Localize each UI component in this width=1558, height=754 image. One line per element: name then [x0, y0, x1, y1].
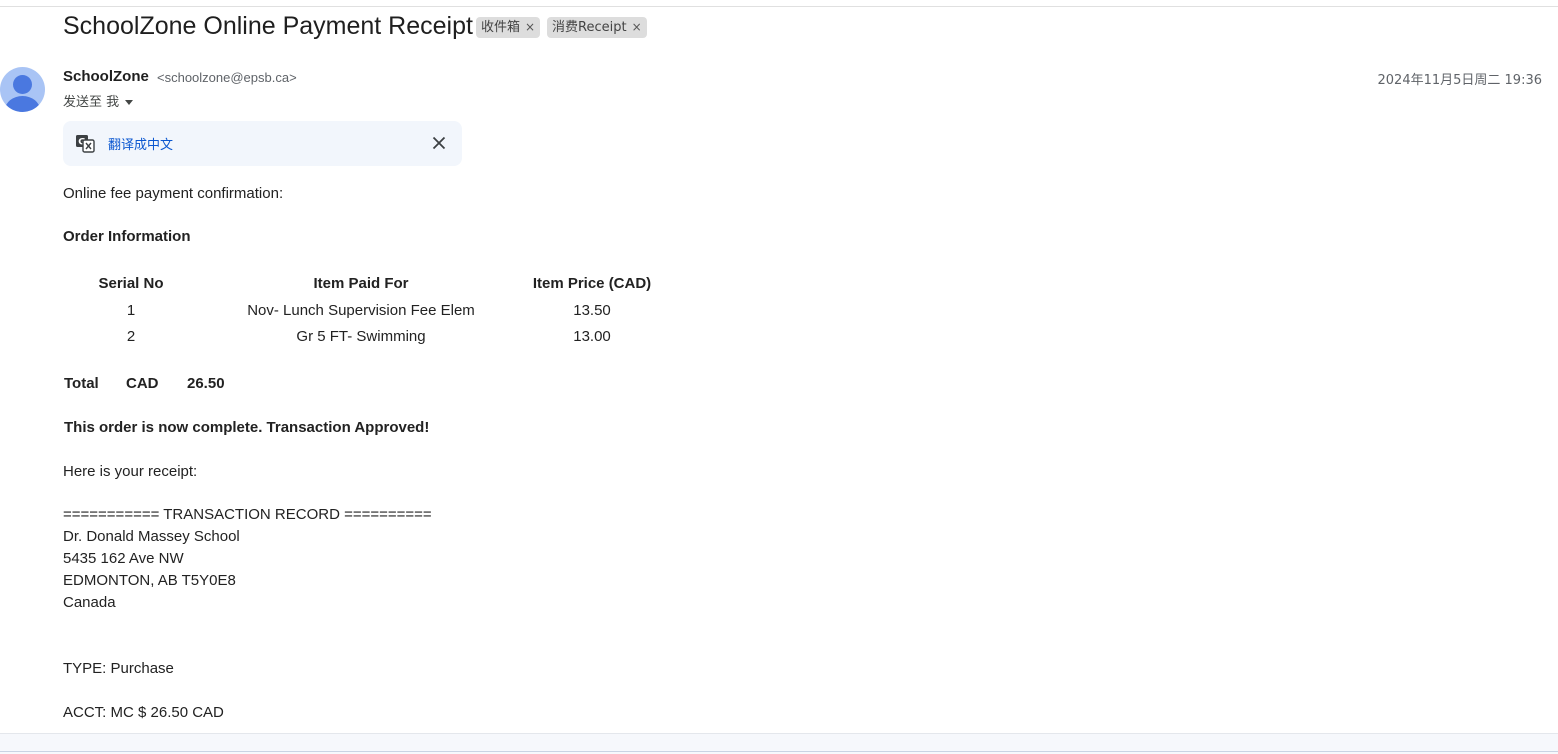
avatar-body — [5, 96, 40, 112]
table-cell-item: Gr 5 FT- Swimming — [296, 328, 426, 345]
address-country: Canada — [63, 594, 116, 611]
total-amount: 26.50 — [187, 375, 225, 392]
school-name: Dr. Donald Massey School — [63, 528, 240, 545]
receipt-intro: Here is your receipt: — [63, 463, 198, 480]
close-icon[interactable] — [429, 133, 449, 153]
transaction-account: ACCT: MC $ 26.50 CAD — [63, 704, 224, 721]
label-name: 消费Receipt — [552, 20, 627, 35]
label-name: 收件箱 — [481, 20, 521, 35]
table-cell-item: Nov- Lunch Supervision Fee Elem — [247, 302, 475, 319]
table-header-price: Item Price (CAD) — [532, 275, 652, 292]
top-divider — [0, 6, 1558, 7]
transaction-record-header: =========== TRANSACTION RECORD =========… — [63, 506, 432, 523]
recipient-text: 发送至 我 — [63, 95, 120, 110]
transaction-status: This order is now complete. Transaction … — [64, 419, 430, 436]
translate-bar: G 翻译成中文 — [63, 121, 462, 166]
email-subject: SchoolZone Online Payment Receipt — [63, 12, 473, 40]
table-header-serial: Serial No — [98, 275, 164, 292]
chevron-down-icon — [125, 100, 134, 105]
remove-label-icon[interactable]: × — [632, 20, 642, 34]
table-cell-price: 13.50 — [573, 302, 611, 319]
transaction-type: TYPE: Purchase — [63, 660, 174, 677]
address-line-2: EDMONTON, AB T5Y0E8 — [63, 572, 236, 589]
address-line-1: 5435 162 Ave NW — [63, 550, 184, 567]
remove-label-icon[interactable]: × — [525, 20, 535, 34]
table-cell-price: 13.00 — [573, 328, 611, 345]
intro-text: Online fee payment confirmation: — [63, 185, 284, 202]
translate-icon: G — [76, 135, 95, 153]
sender-email: <schoolzone@epsb.ca> — [157, 70, 297, 85]
total-label: Total — [64, 375, 99, 392]
bottom-divider — [0, 751, 1558, 752]
sender-avatar[interactable] — [0, 67, 45, 112]
label-chip-inbox[interactable]: 收件箱 × — [476, 17, 541, 38]
total-currency: CAD — [126, 375, 159, 392]
table-cell-serial: 1 — [126, 302, 136, 319]
table-header-item: Item Paid For — [313, 275, 409, 292]
avatar-head — [13, 75, 32, 94]
recipient-details-toggle[interactable]: 发送至 我 — [63, 91, 134, 110]
email-date: 2024年11月5日周二 19:36 — [1377, 73, 1543, 88]
table-cell-serial: 2 — [126, 328, 136, 345]
sender-name[interactable]: SchoolZone — [63, 68, 149, 85]
translate-link[interactable]: 翻译成中文 — [108, 134, 173, 153]
bottom-bar — [0, 733, 1558, 754]
label-chip-receipt[interactable]: 消费Receipt × — [547, 17, 647, 38]
order-heading: Order Information — [63, 228, 191, 245]
